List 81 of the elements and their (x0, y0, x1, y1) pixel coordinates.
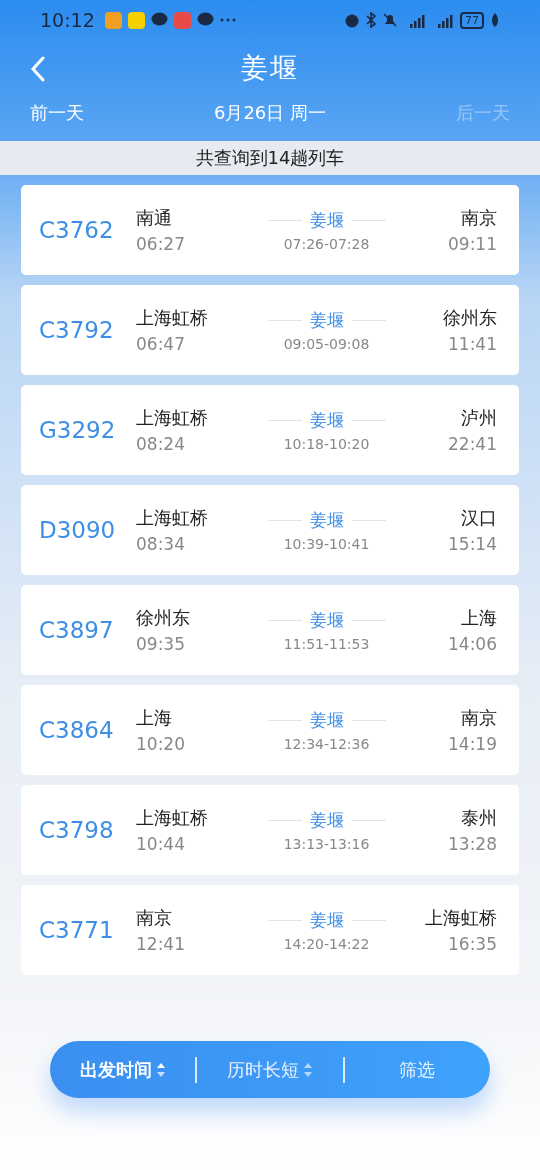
destination-station: 徐州东 (443, 306, 497, 330)
stop-times: 11:51-11:53 (283, 635, 370, 652)
origin-station: 上海虹桥 (136, 506, 208, 530)
train-number: C3762 (39, 217, 115, 243)
departure-time: 06:47 (136, 334, 185, 354)
train-card[interactable]: G3292 上海虹桥 08:24 姜堰 10:18-10:20 泸州 22:41 (21, 385, 519, 475)
chat-icon (196, 12, 214, 28)
more-icon (219, 18, 236, 22)
stop-station: 姜堰 (309, 608, 344, 632)
departure-time: 09:35 (136, 634, 185, 654)
train-card[interactable]: C3771 南京 12:41 姜堰 14:20-14:22 上海虹桥 16:35 (21, 885, 519, 975)
departure-time: 08:24 (136, 434, 185, 454)
sort-icon (303, 1061, 313, 1078)
stop-times: 14:20-14:22 (283, 935, 370, 952)
arrival-time: 13:28 (448, 834, 497, 854)
arrival-time: 14:19 (448, 734, 497, 754)
stop-station: 姜堰 (309, 708, 344, 732)
arrival-time: 14:06 (448, 634, 497, 654)
departure-time: 08:34 (136, 534, 185, 554)
train-number: C3792 (39, 317, 115, 343)
train-number: C3897 (39, 617, 115, 643)
date-label: 6月26日 周一 (213, 101, 327, 125)
train-number: C3771 (39, 917, 115, 943)
stop-station: 姜堰 (309, 908, 344, 932)
train-card[interactable]: C3897 徐州东 09:35 姜堰 11:51-11:53 上海 14:06 (21, 585, 519, 675)
destination-station: 上海 (461, 606, 497, 630)
chat-icon (150, 12, 168, 28)
origin-station: 上海虹桥 (136, 306, 208, 330)
train-card[interactable]: C3864 上海 10:20 姜堰 12:34-12:36 南京 14:19 (21, 685, 519, 775)
destination-station: 上海虹桥 (425, 906, 497, 930)
mute-icon (382, 12, 398, 28)
train-number: C3864 (39, 717, 115, 743)
destination-station: 泸州 (461, 406, 497, 430)
app-icon (173, 11, 191, 29)
stop-station: 姜堰 (309, 808, 344, 832)
destination-station: 南京 (461, 206, 497, 230)
train-card[interactable]: C3798 上海虹桥 10:44 姜堰 13:13-13:16 泰州 13:28 (21, 785, 519, 875)
train-number: G3292 (39, 417, 117, 443)
train-number: D3090 (39, 517, 117, 543)
stop-station: 姜堰 (309, 508, 344, 532)
train-number: C3798 (39, 817, 115, 843)
bluetooth-icon (366, 12, 376, 28)
departure-time: 10:20 (136, 734, 185, 754)
departure-time: 12:41 (136, 934, 185, 954)
train-card[interactable]: C3762 南通 06:27 姜堰 07:26-07:28 南京 09:11 (21, 185, 519, 275)
arrival-time: 22:41 (448, 434, 497, 454)
app-icon (127, 11, 145, 29)
sort-icon (155, 1061, 166, 1078)
origin-station: 南通 (136, 206, 172, 230)
destination-station: 汉口 (461, 506, 497, 530)
stop-times: 07:26-07:28 (283, 235, 370, 252)
stop-station: 姜堰 (309, 208, 344, 232)
stop-station: 姜堰 (309, 408, 344, 432)
app-icon (104, 11, 122, 29)
leaf-icon (490, 12, 500, 28)
page-title: 姜堰 (241, 51, 299, 85)
stop-times: 10:39-10:41 (283, 535, 370, 552)
back-icon (30, 56, 46, 82)
stop-times: 13:13-13:16 (283, 835, 370, 852)
result-count: 共查询到14趟列车 (0, 141, 540, 175)
origin-station: 南京 (136, 906, 172, 930)
status-time: 10:12 (40, 9, 95, 31)
stop-times: 10:18-10:20 (283, 435, 370, 452)
arrival-time: 09:11 (448, 234, 497, 254)
origin-station: 上海虹桥 (136, 806, 208, 830)
origin-station: 上海虹桥 (136, 406, 208, 430)
departure-time: 10:44 (136, 834, 185, 854)
train-card[interactable]: D3090 上海虹桥 08:34 姜堰 10:39-10:41 汉口 15:14 (21, 485, 519, 575)
destination-station: 泰州 (461, 806, 497, 830)
train-card[interactable]: C3792 上海虹桥 06:47 姜堰 09:05-09:08 徐州东 11:41 (21, 285, 519, 375)
battery-level: 77 (460, 11, 484, 29)
arrival-time: 11:41 (448, 334, 497, 354)
stop-times: 09:05-09:08 (283, 335, 370, 352)
arrival-time: 16:35 (448, 934, 497, 954)
arrival-time: 15:14 (448, 534, 497, 554)
destination-station: 南京 (461, 706, 497, 730)
stop-station: 姜堰 (309, 308, 344, 332)
origin-station: 上海 (136, 706, 172, 730)
stop-times: 12:34-12:36 (283, 735, 370, 752)
origin-station: 徐州东 (136, 606, 190, 630)
departure-time: 06:27 (136, 234, 185, 254)
